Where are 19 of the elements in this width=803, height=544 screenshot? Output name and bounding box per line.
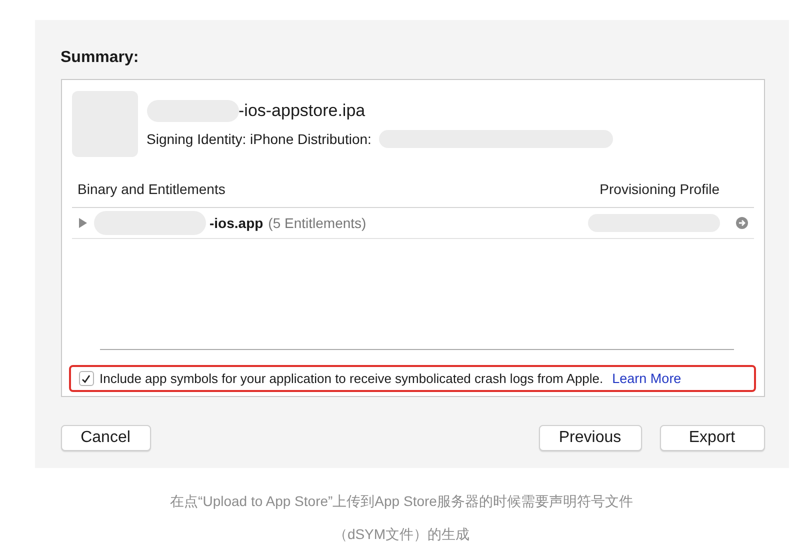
- entitlements-count: (5 Entitlements): [268, 215, 366, 231]
- column-header: Binary and Entitlements: [78, 181, 226, 199]
- summary-title: Summary:: [60, 49, 140, 68]
- arrow-circle-icon[interactable]: [736, 217, 748, 229]
- previous-button[interactable]: Previous: [538, 425, 642, 451]
- cancel-button[interactable]: Cancel: [60, 425, 150, 451]
- signing-identity: Signing Identity: iPhone Distribution:: [146, 131, 372, 147]
- caption-text: 在点“Upload to App Store”上传到App Store服务器的时候需要声明符号文件: [170, 493, 633, 511]
- disclosure-triangle-icon[interactable]: [78, 218, 88, 228]
- symbols-label: Include app symbols for your application to receive symbolicated crash logs from Apple.: [100, 371, 604, 386]
- binary-row[interactable]: -ios.app (5 Entitlements): [72, 207, 754, 239]
- archive-name: -ios-appstore.ipa: [238, 101, 366, 121]
- symbols-checkbox[interactable]: [78, 371, 94, 386]
- binary-name: -ios.app: [210, 215, 264, 231]
- column-header: Provisioning Profile: [600, 181, 720, 199]
- learn-more-link[interactable]: Learn More: [612, 371, 682, 386]
- export-button[interactable]: Export: [660, 425, 764, 451]
- checkmark-icon: [81, 374, 91, 384]
- caption-text: （dSYM文件）的生成: [333, 526, 470, 544]
